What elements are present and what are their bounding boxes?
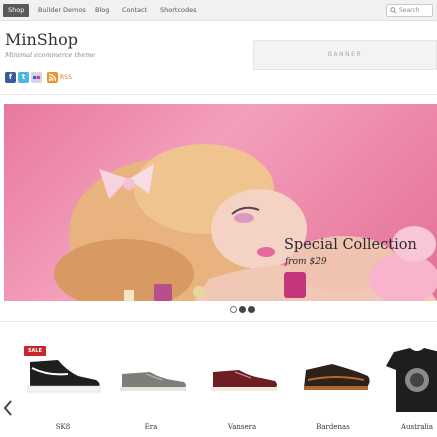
product-card[interactable]: Era — [106, 340, 196, 437]
section-divider — [0, 321, 437, 322]
product-card[interactable]: Australia — [372, 340, 437, 437]
product-name[interactable]: SK8 — [18, 423, 108, 431]
twitter-icon[interactable]: t — [18, 72, 29, 83]
rss-label[interactable]: RSS — [60, 74, 72, 81]
flickr-icon[interactable] — [31, 72, 42, 83]
search-placeholder: Search — [399, 7, 420, 14]
slide-subtitle: from $29 — [285, 257, 327, 267]
rss-icon[interactable] — [47, 72, 58, 83]
slide-title: Special Collection — [284, 237, 417, 253]
facebook-icon[interactable]: f — [5, 72, 16, 83]
nav-item-blog[interactable]: Blog — [90, 4, 114, 17]
nav-item-shortcodes[interactable]: Shortcodes — [155, 4, 202, 17]
product-card[interactable]: Vansera — [197, 340, 287, 437]
search-icon — [390, 7, 397, 14]
product-name[interactable]: Vansera — [197, 423, 287, 431]
product-name[interactable]: Era — [106, 423, 196, 431]
product-image — [386, 348, 437, 412]
nav-item-contact[interactable]: Contact — [117, 4, 152, 17]
slider-dot[interactable] — [239, 306, 246, 313]
sale-badge: SALE — [24, 346, 46, 356]
hero-slider[interactable]: Special Collection from $29 — [4, 104, 437, 301]
product-image — [211, 370, 277, 391]
slider-dot[interactable] — [230, 306, 237, 313]
search-input[interactable]: Search — [386, 4, 433, 17]
product-image — [120, 372, 186, 391]
site-tagline: Minimal ecommerce theme — [5, 51, 96, 59]
carousel-prev-arrow-icon[interactable] — [2, 398, 14, 418]
top-navigation: Shop Builder Demos Blog Contact Shortcod… — [0, 0, 437, 21]
slide-photo — [54, 144, 437, 301]
product-name[interactable]: Australia — [372, 423, 437, 431]
nav-item-shop[interactable]: Shop — [3, 4, 30, 17]
nav-item-builder-demos[interactable]: Builder Demos — [33, 4, 91, 17]
site-logo[interactable]: MinShop — [5, 30, 78, 49]
product-image — [304, 364, 370, 390]
banner-ad[interactable]: BANNER — [253, 40, 437, 70]
product-card[interactable]: Bardenas — [288, 340, 378, 437]
header-divider — [0, 94, 437, 95]
product-name[interactable]: Bardenas — [288, 423, 378, 431]
slider-dot[interactable] — [248, 306, 255, 313]
